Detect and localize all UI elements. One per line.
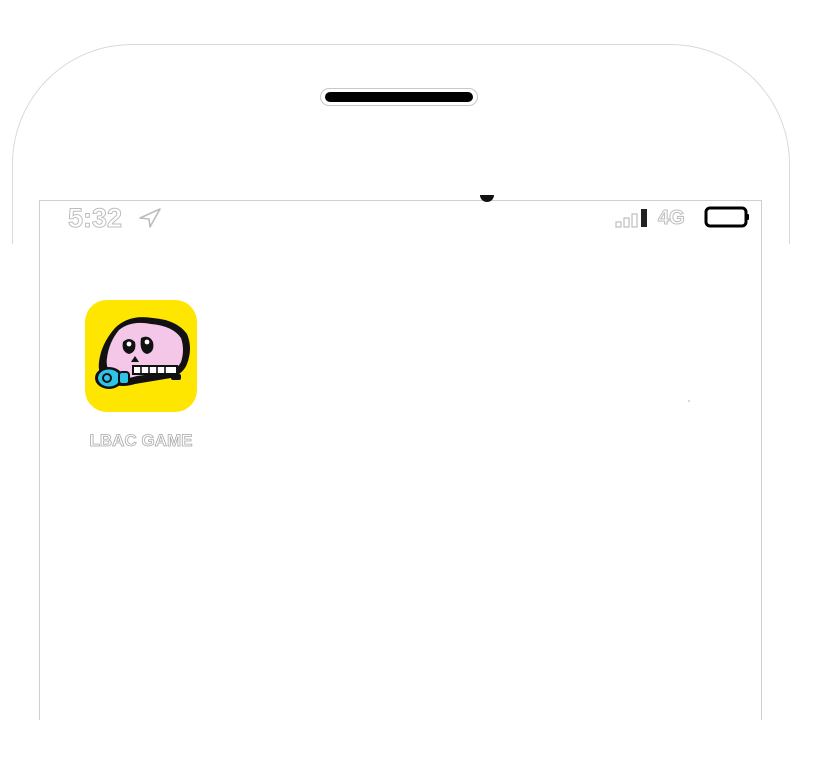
signal-bars-icon — [615, 209, 647, 228]
earpiece-speaker — [320, 88, 478, 106]
screen-speck — [688, 400, 690, 402]
phone-mockup: 5:32 4G LBAC GAME — [0, 0, 832, 763]
status-time: 5:32 — [67, 203, 123, 234]
bored-ape-skull-pacifier-icon — [95, 317, 190, 389]
battery-icon — [704, 206, 749, 228]
network-type-label: 4G — [658, 207, 686, 230]
earpiece-speaker-grille — [325, 92, 473, 102]
app-icon-lbac-game[interactable] — [85, 300, 197, 412]
phone-screen — [39, 200, 762, 720]
app-label-lbac-game[interactable]: LBAC GAME — [60, 430, 222, 452]
location-arrow-icon — [139, 208, 161, 228]
